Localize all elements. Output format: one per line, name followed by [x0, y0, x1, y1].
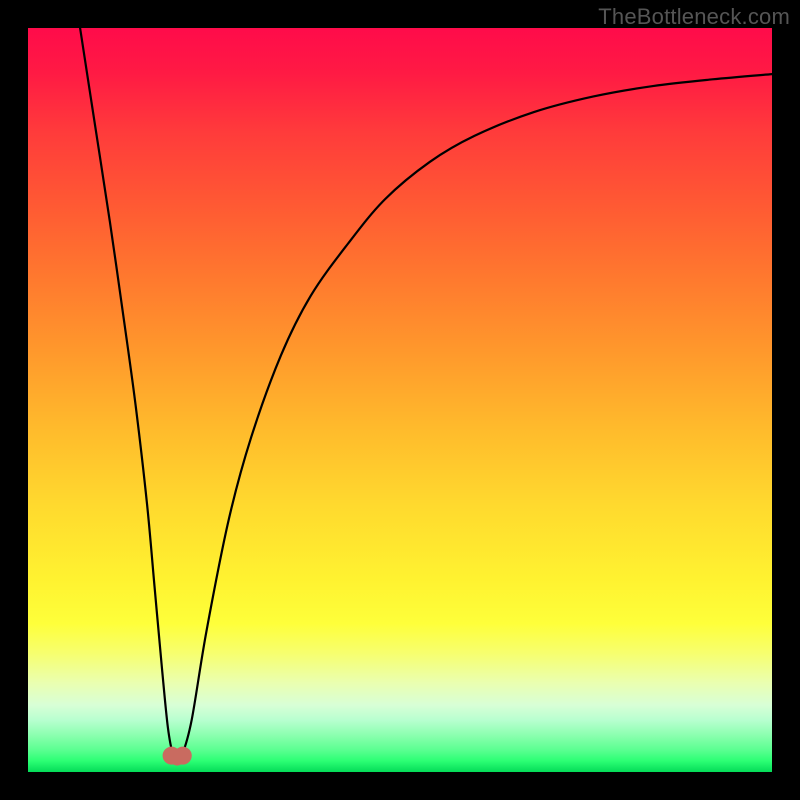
plot-area [28, 28, 772, 772]
chart-frame: TheBottleneck.com [0, 0, 800, 800]
watermark-text: TheBottleneck.com [598, 4, 790, 30]
curve-marker [174, 747, 192, 765]
bottleneck-curve [28, 28, 772, 772]
